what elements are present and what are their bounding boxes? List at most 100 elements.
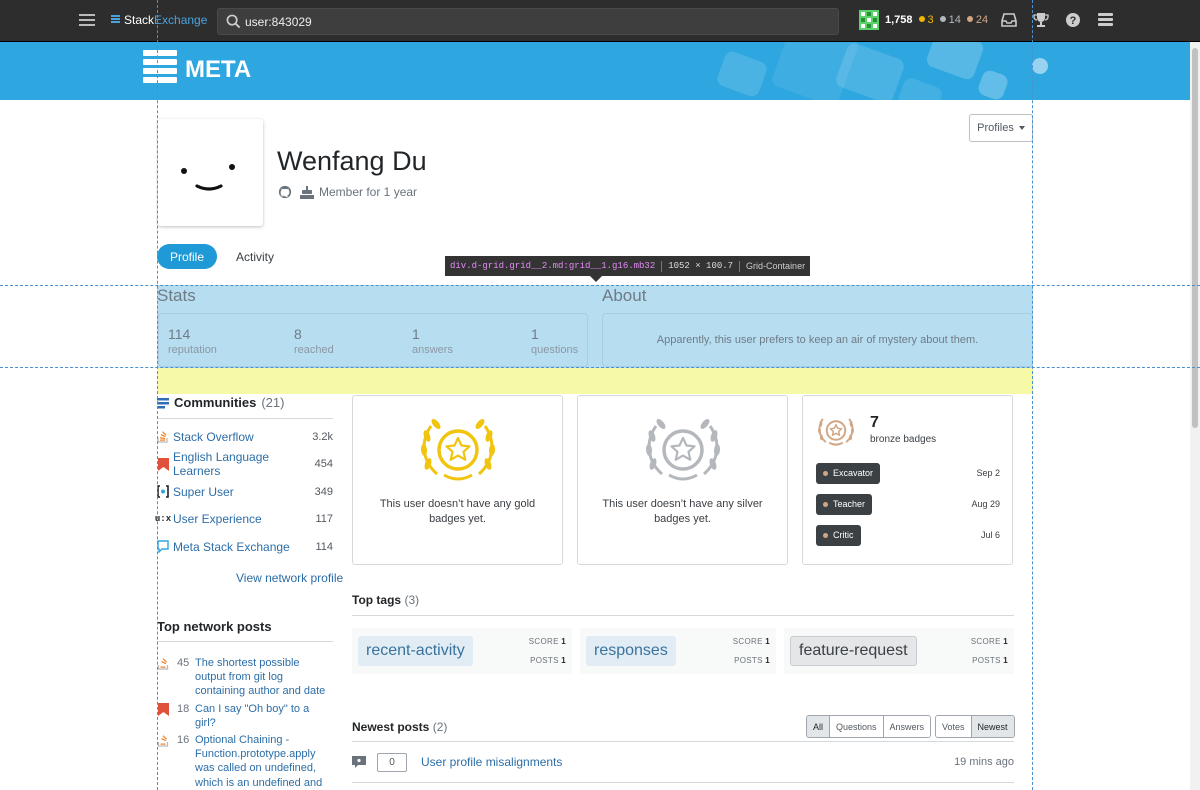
ux-icon: u:x [154,514,172,525]
reputation-count: 1,758 [885,14,913,26]
site-banner: META [0,42,1200,100]
github-icon[interactable] [278,185,292,199]
meta-logo[interactable]: META [143,50,251,90]
search-input[interactable] [245,13,805,31]
post-score: 18 [177,702,190,715]
stackexchange-logo[interactable]: StackExchange [111,13,207,27]
gold-badges-card: This user doesn’t have any gold badges y… [352,395,563,565]
search-box[interactable] [217,8,839,35]
logo-text-primary: Stack [124,13,155,27]
view-network-profile-link[interactable]: View network profile [236,571,343,585]
stack-overflow-icon [157,658,169,670]
divider [352,615,1014,616]
community-link[interactable]: User Experience [173,512,315,526]
tag-posts: POSTS 1 [530,656,566,665]
hamburger-menu-icon[interactable] [79,14,95,27]
tag-score: SCORE 1 [528,637,566,646]
tag-link[interactable]: responses [586,636,676,666]
stackexchange-icon [157,397,169,408]
user-avatar-icon[interactable] [859,10,879,30]
user-stats[interactable]: 1,758 3 14 24 [859,10,988,30]
divider [157,418,333,419]
tag-posts: POSTS 1 [972,656,1008,665]
stack-overflow-icon [157,735,169,747]
site-switcher-icon[interactable] [1096,11,1114,29]
ell-icon [157,457,169,471]
sort-votes[interactable]: Votes [936,716,972,737]
community-item[interactable]: u:x User Experience 117 [154,506,333,534]
newest-post-row[interactable]: 0 User profile misalignments 19 mins ago [352,752,1014,772]
communities-heading: Communities (21) [157,395,284,410]
post-title-link[interactable]: User profile misalignments [421,755,954,769]
silver-badge-icon [645,419,721,481]
post-title-link[interactable]: Can I say "Oh boy" to a girl? [195,702,333,730]
network-post[interactable]: 16 Optional Chaining - Function.prototyp… [157,733,333,790]
divider [157,641,333,642]
stat-reached: 8 reached [294,326,334,356]
post-title-link[interactable]: Optional Chaining - Function.prototype.a… [195,733,333,790]
community-link[interactable]: English Language Learners [173,450,315,478]
tag-link[interactable]: feature-request [790,636,917,666]
page-scrollbar[interactable] [1190,42,1200,790]
bronze-badge-row: Critic Jul 6 [816,524,1002,546]
site-name: META [185,56,252,83]
about-text: Apparently, this user prefers to keep an… [656,334,979,346]
cake-icon [300,185,314,199]
filter-questions[interactable]: Questions [830,716,884,737]
top-tag-card: feature-request SCORE 1 POSTS 1 [784,628,1014,674]
stack-overflow-icon [157,430,169,443]
filter-answers[interactable]: Answers [883,716,931,737]
community-item[interactable]: Super User 349 [157,478,333,506]
community-link[interactable]: Meta Stack Exchange [173,540,315,554]
badge-chip[interactable]: Teacher [816,493,873,515]
bronze-badge-count: 7 [870,414,879,431]
stat-answers: 1 answers [412,326,453,356]
help-icon[interactable]: ? [1064,11,1082,29]
badge-chip[interactable]: Critic [816,524,861,546]
profiles-dropdown-button[interactable]: Profiles [969,114,1033,142]
tag-link[interactable]: recent-activity [358,636,473,666]
about-heading: About [602,286,647,305]
network-posts-list: 45 The shortest possible output from git… [157,656,333,790]
network-post[interactable]: 18 Can I say "Oh boy" to a girl? [157,702,333,730]
user-display-name: Wenfang Du [277,146,427,176]
tab-activity[interactable]: Activity [223,244,287,269]
tag-posts: POSTS 1 [734,656,770,665]
bronze-badge-row: Teacher Aug 29 [816,493,1002,515]
logo-text-secondary: Exchange [154,13,208,27]
top-tags-heading: Top tags (3) [352,593,420,607]
community-item[interactable]: English Language Learners 454 [157,450,333,478]
top-bar: StackExchange 1,758 3 14 24 ? [0,0,1200,42]
network-post[interactable]: 45 The shortest possible output from git… [157,656,333,699]
post-score: 16 [177,734,190,747]
inbox-icon[interactable] [1000,11,1018,29]
gold-badges-message: This user doesn’t have any gold badges y… [379,498,536,525]
newest-posts-heading: Newest posts (2) [352,720,448,734]
stat-questions: 1 questions [531,326,579,356]
scrollbar-thumb[interactable] [1192,48,1198,428]
badge-chip[interactable]: Excavator [816,462,881,484]
achievements-icon[interactable] [1032,11,1050,29]
post-title-link[interactable]: The shortest possible output from git lo… [195,656,333,699]
tooltip-arrow [590,276,602,282]
devtools-inspector-tooltip: div.d-grid.grid__2.md:grid__1.g16.mb32 1… [445,256,811,276]
top-tag-card: recent-activity SCORE 1 POSTS 1 [352,628,572,674]
sort-newest[interactable]: Newest [971,716,1014,737]
community-rep: 454 [314,458,333,471]
bronze-badge-count: 24 [966,14,988,26]
ell-icon [158,702,169,716]
community-link[interactable]: Super User [173,485,315,499]
post-type-filter: All Questions Answers [806,715,932,738]
post-sort-filter: Votes Newest [935,715,1015,738]
community-link[interactable]: Stack Overflow [173,430,312,444]
tab-profile[interactable]: Profile [157,244,218,269]
stat-reputation: 114 reputation [168,326,217,356]
community-item[interactable]: Stack Overflow 3.2k [157,423,333,451]
tooltip-kind: Grid-Container [746,261,806,271]
meta-site-icon [143,50,177,90]
community-item[interactable]: Meta Stack Exchange 114 [157,533,333,561]
filter-all[interactable]: All [807,716,831,737]
profile-avatar[interactable] [158,119,263,226]
profiles-button-label: Profiles [977,122,1014,134]
stackexchange-icon [111,14,120,26]
